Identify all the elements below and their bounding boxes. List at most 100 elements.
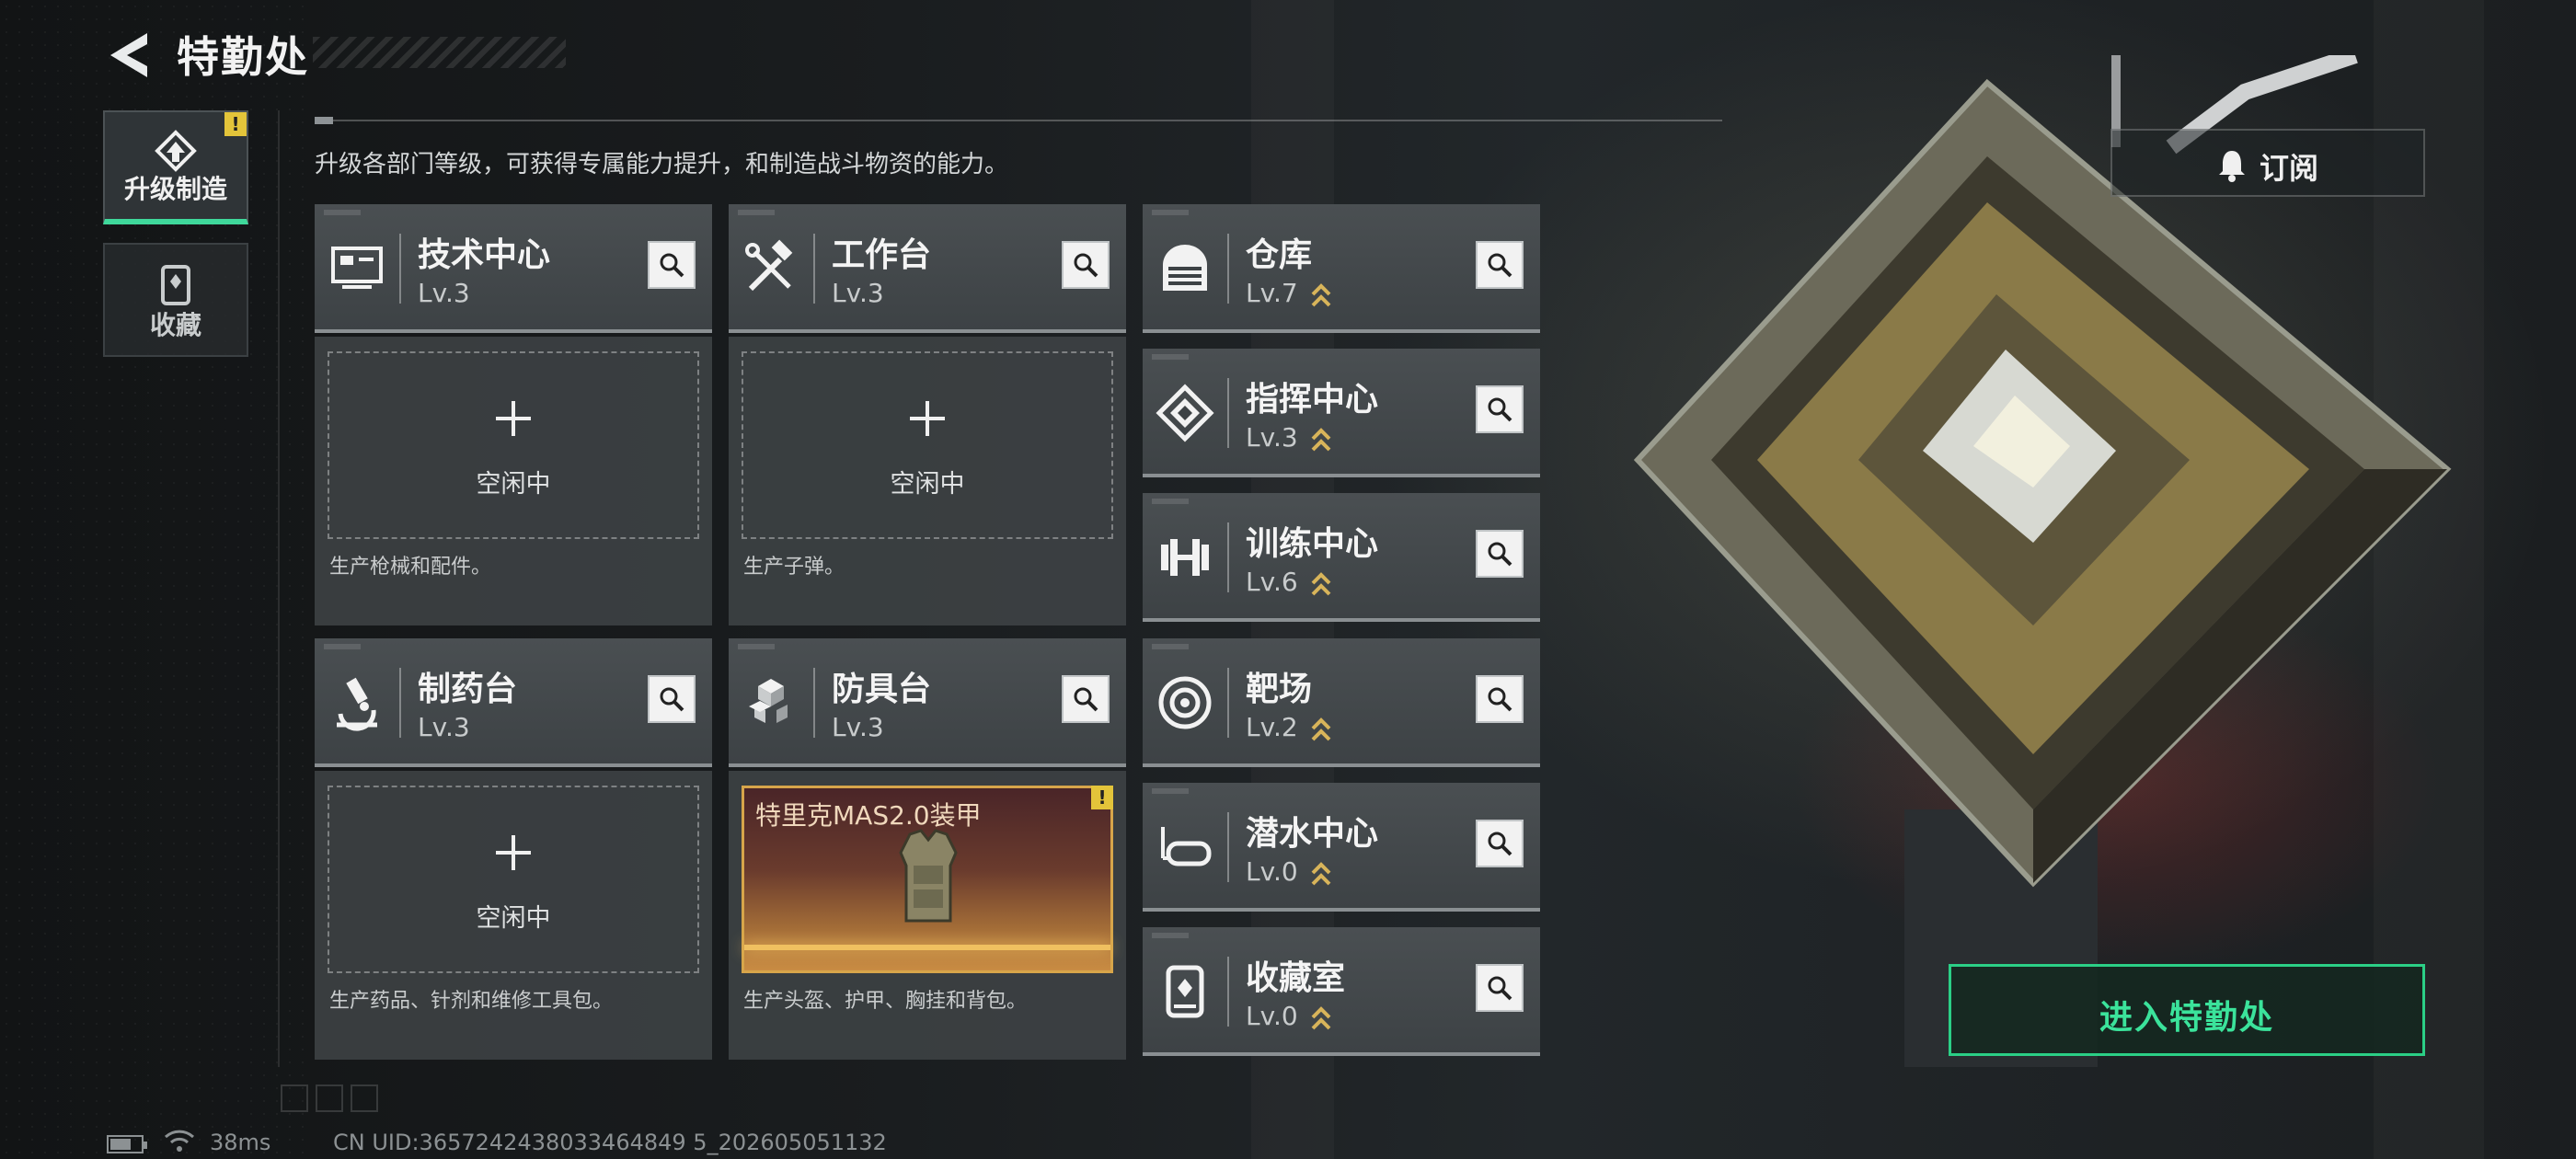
facility-name: 指挥中心 [1246, 381, 1379, 419]
search-icon [1074, 253, 1098, 278]
title-decoration [313, 37, 566, 68]
production-slot-idle[interactable]: 空闲中 [328, 351, 699, 539]
facility-training-center[interactable]: 训练中心 Lv.6 [1143, 493, 1540, 622]
card-corner-mark [1152, 644, 1189, 649]
card-corner-mark [1152, 788, 1189, 794]
facility-header-tech-center[interactable]: 技术中心 Lv.3 [315, 204, 712, 333]
facility-name: 潜水中心 [1246, 815, 1379, 853]
back-arrow-icon[interactable] [103, 28, 158, 83]
search-button[interactable] [1476, 530, 1524, 578]
search-button[interactable] [1062, 241, 1110, 289]
search-button[interactable] [1476, 820, 1524, 867]
alert-badge: ! [224, 112, 247, 136]
facility-shooting-range[interactable]: 靶场 Lv.2 [1143, 638, 1540, 767]
microscope-icon [337, 677, 377, 731]
upgrade-available-icon [1311, 1006, 1331, 1030]
card-corner-mark [1152, 354, 1189, 360]
battery-icon [107, 1135, 147, 1153]
intro-text: 升级各部门等级，可获得专属能力提升，和制造战斗物资的能力。 [315, 151, 1009, 178]
card-corner-mark [1152, 499, 1189, 504]
slot-status: 空闲中 [890, 470, 965, 499]
facility-name: 防具台 [832, 671, 932, 708]
search-icon [1488, 687, 1512, 712]
upgrade-available-icon [1311, 283, 1331, 307]
subscribe-button[interactable]: 订阅 [2110, 129, 2425, 197]
search-button[interactable] [648, 675, 696, 723]
diving-mask-icon [1161, 827, 1212, 866]
search-button[interactable] [1476, 241, 1524, 289]
search-icon [1488, 832, 1512, 856]
armor-blocks-icon [749, 679, 788, 723]
ping-value: 38ms [210, 1130, 271, 1155]
search-button[interactable] [1476, 964, 1524, 1012]
uid-text: CN UID:3657242438033464849 5_20260505113… [333, 1130, 887, 1155]
search-button[interactable] [648, 241, 696, 289]
card-separator [399, 668, 401, 738]
facility-description: 生产药品、针剂和维修工具包。 [329, 990, 614, 1013]
facility-description: 生产枪械和配件。 [329, 556, 492, 579]
production-slot-idle[interactable]: 空闲中 [742, 351, 1113, 539]
facility-level: Lv.6 [1246, 567, 1298, 597]
tab-upgrade-craft[interactable]: 升级制造 ! [103, 110, 248, 224]
facility-body-tech-center: 空闲中 生产枪械和配件。 [315, 337, 712, 625]
card-separator [1227, 812, 1229, 882]
top-rule [315, 120, 1722, 121]
facility-warehouse[interactable]: 仓库 Lv.7 [1143, 204, 1540, 333]
search-icon [1488, 397, 1512, 422]
search-button[interactable] [1476, 675, 1524, 723]
facility-description: 生产头盔、护甲、胸挂和背包。 [743, 990, 1028, 1013]
search-button[interactable] [1476, 385, 1524, 433]
card-corner-mark [324, 644, 361, 649]
enter-button-label: 进入特勤处 [2099, 999, 2274, 1037]
facility-body-armor-bench: 特里克MAS2.0装甲 ! 生产头盔、护甲、胸挂和背包。 [729, 771, 1126, 1060]
page-title: 特勤处 [177, 32, 309, 82]
facility-level: Lv.2 [1246, 712, 1298, 742]
facility-command-center[interactable]: 指挥中心 Lv.3 [1143, 349, 1540, 477]
upgrade-available-icon [1311, 428, 1331, 452]
collection-room-icon [1166, 965, 1204, 1018]
warehouse-icon [1163, 245, 1207, 291]
card-separator [1227, 234, 1229, 304]
tab-label: 收藏 [149, 310, 201, 340]
bottom-decoration [281, 1084, 378, 1112]
search-button[interactable] [1062, 675, 1110, 723]
search-icon [1488, 253, 1512, 278]
search-icon [1488, 976, 1512, 1001]
top-rule-tick [315, 117, 333, 124]
facility-header-pharmacy[interactable]: 制药台 Lv.3 [315, 638, 712, 767]
dumbbell-icon [1161, 539, 1209, 576]
card-separator [1227, 378, 1229, 448]
upgrade-available-icon [1311, 717, 1331, 741]
facility-header-workbench[interactable]: 工作台 Lv.3 [729, 204, 1126, 333]
facility-collection-room[interactable]: 收藏室 Lv.0 [1143, 927, 1540, 1056]
slot-status: 空闲中 [476, 470, 551, 499]
slot-glow [744, 945, 1110, 950]
production-slot-active[interactable]: 特里克MAS2.0装甲 ! [742, 786, 1113, 973]
facility-level: Lv.0 [1246, 856, 1298, 887]
subscribe-label: 订阅 [2260, 151, 2319, 186]
facility-level: Lv.0 [1246, 1001, 1298, 1031]
facility-level: Lv.3 [418, 278, 470, 308]
card-corner-mark [738, 210, 775, 215]
card-separator [813, 234, 815, 304]
facility-name: 收藏室 [1246, 959, 1346, 997]
upgrade-available-icon [1311, 862, 1331, 886]
card-separator [1227, 522, 1229, 592]
production-slot-idle[interactable]: 空闲中 [328, 786, 699, 973]
enter-special-ops-button[interactable]: 进入特勤处 [1949, 964, 2425, 1056]
tab-collection[interactable]: 收藏 [103, 243, 248, 357]
facility-diving-center[interactable]: 潜水中心 Lv.0 [1143, 783, 1540, 912]
plus-icon [496, 835, 531, 870]
facility-level: Lv.7 [1246, 278, 1298, 308]
card-corner-mark [324, 210, 361, 215]
facility-body-workbench: 空闲中 生产子弹。 [729, 337, 1126, 625]
facility-header-armor-bench[interactable]: 防具台 Lv.3 [729, 638, 1126, 767]
facility-name: 靶场 [1246, 671, 1313, 708]
bell-gear-icon [2219, 151, 2245, 182]
facility-name: 仓库 [1246, 236, 1313, 274]
facility-name: 工作台 [832, 236, 932, 274]
facility-level: Lv.3 [418, 712, 470, 742]
card-separator [399, 234, 401, 304]
card-corner-mark [1152, 210, 1189, 215]
cube-machine-illustration [1633, 55, 2452, 1067]
